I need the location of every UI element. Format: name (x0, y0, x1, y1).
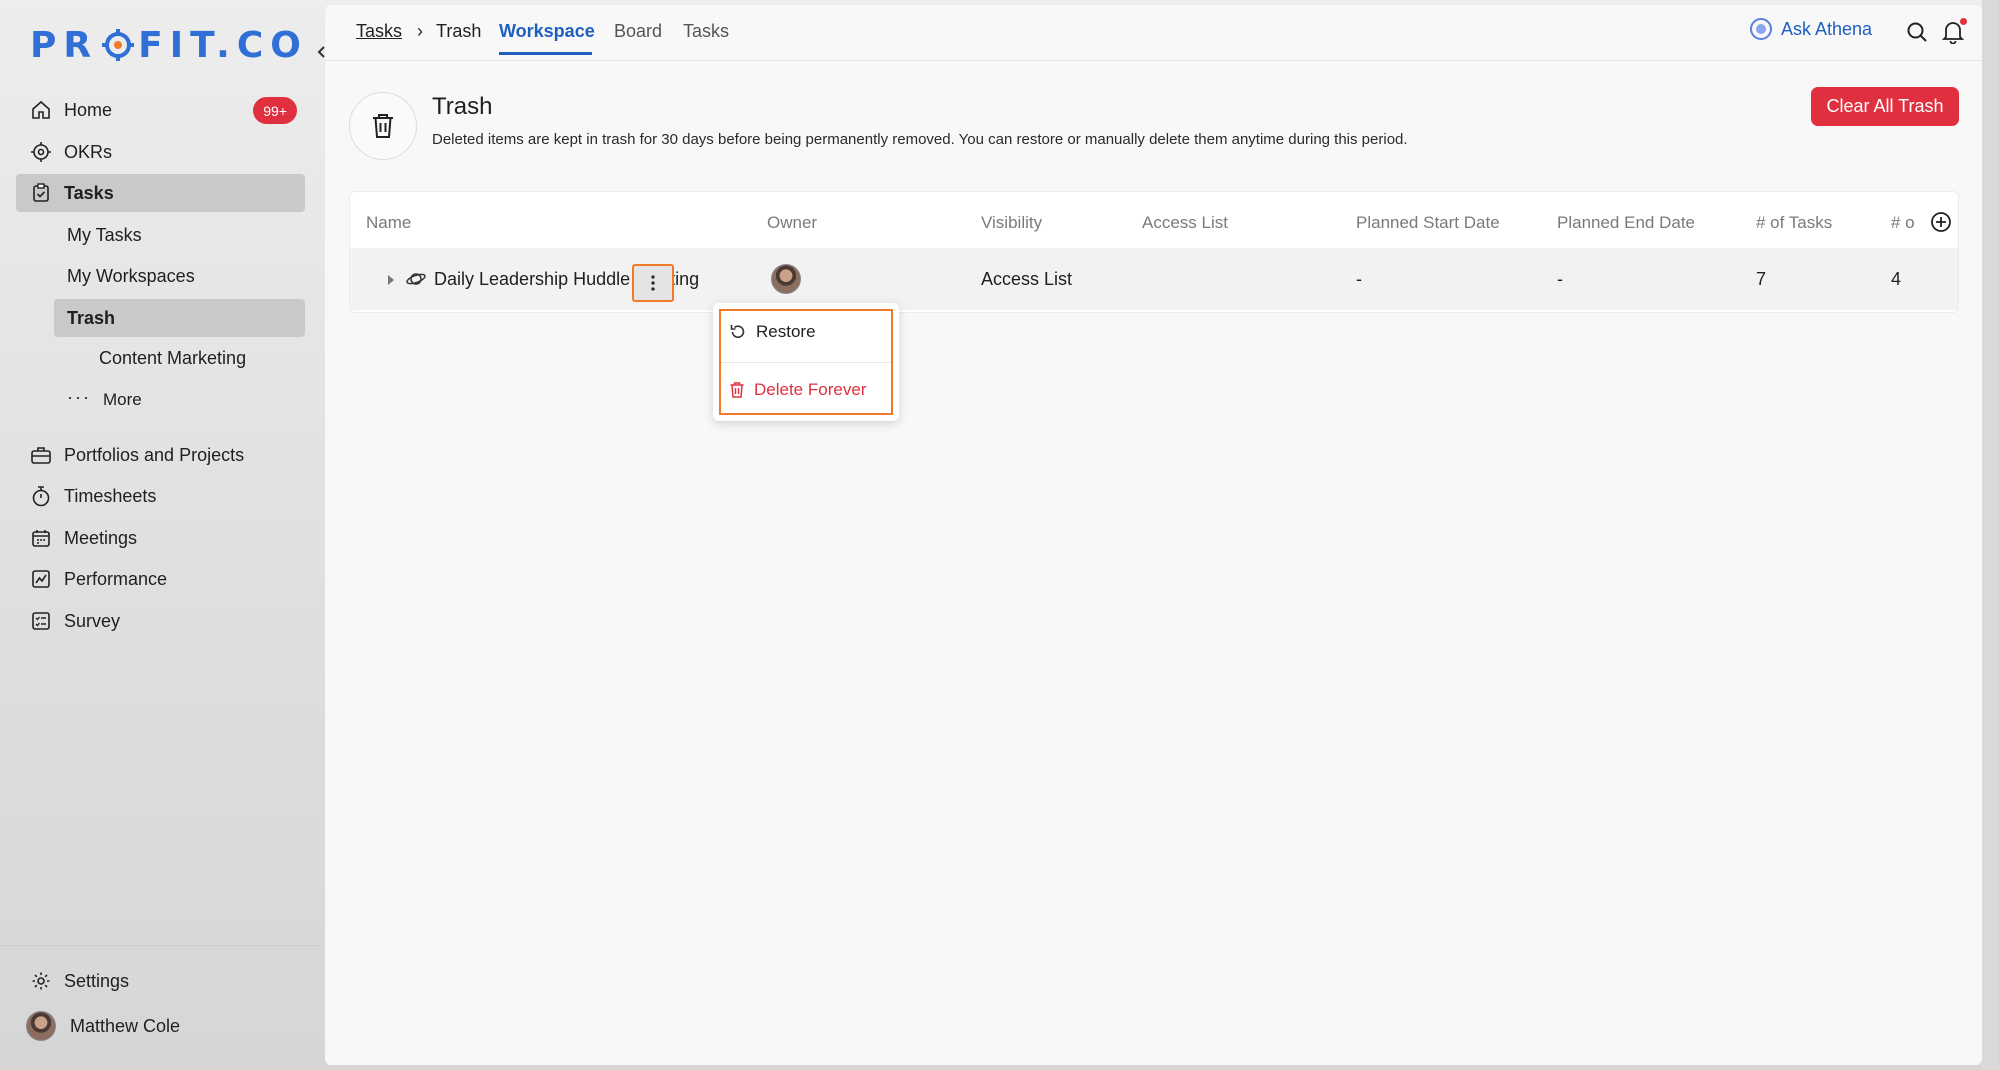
sidebar-subitem-label: My Workspaces (67, 265, 195, 286)
briefcase-icon (28, 442, 54, 468)
expand-caret-icon[interactable] (387, 275, 395, 285)
menu-divider (721, 362, 891, 363)
sidebar-item-timesheets[interactable]: Timesheets (16, 477, 305, 515)
restore-icon (730, 325, 745, 338)
column-header-visibility[interactable]: Visibility (981, 213, 1042, 233)
column-header-planned-end[interactable]: Planned End Date (1557, 213, 1695, 233)
delete-forever-menu-item[interactable]: Delete Forever (729, 375, 866, 405)
sidebar-subitem-my-tasks[interactable]: My Tasks (54, 216, 305, 254)
notification-count-badge: 99+ (253, 97, 297, 124)
window-right-edge (1982, 0, 1999, 1070)
column-header-name[interactable]: Name (366, 213, 411, 233)
tab-tasks[interactable]: Tasks (683, 21, 729, 42)
restore-menu-item[interactable]: Restore (729, 317, 816, 347)
workspace-planet-icon (406, 273, 426, 285)
active-tab-indicator (499, 52, 592, 55)
sidebar-item-label: Portfolios and Projects (64, 444, 245, 465)
sidebar-item-performance[interactable]: Performance (16, 560, 305, 598)
ask-athena-button[interactable]: Ask Athena (1749, 17, 1872, 41)
athena-icon (1750, 18, 1772, 40)
column-header-access-list[interactable]: Access List (1142, 213, 1228, 233)
gear-icon (28, 968, 54, 994)
sidebar-subitem-my-workspaces[interactable]: My Workspaces (54, 257, 305, 295)
sidebar-item-portfolios[interactable]: Portfolios and Projects (16, 436, 305, 474)
avatar (26, 1011, 56, 1041)
column-header-truncated[interactable]: # o (1891, 213, 1921, 233)
sidebar-subitem-label: My Tasks (67, 224, 142, 245)
page-description: Deleted items are kept in trash for 30 d… (432, 131, 1408, 148)
sidebar-item-label: Timesheets (64, 485, 157, 506)
clear-all-trash-button[interactable]: Clear All Trash (1811, 87, 1959, 126)
profit-co-logo[interactable]: PR FIT.CO (30, 24, 308, 66)
sidebar-item-label: OKRs (64, 141, 113, 162)
sidebar-item-tasks[interactable]: Tasks (16, 174, 305, 212)
more-dots-icon: ··· (67, 386, 91, 407)
calendar-icon (28, 525, 54, 551)
row-actions-menu: Restore Delete Forever (713, 303, 899, 421)
sidebar-subitem-label: More (102, 390, 142, 409)
delete-forever-label: Delete Forever (754, 380, 867, 399)
column-header-owner[interactable]: Owner (767, 213, 817, 233)
add-column-icon[interactable] (1930, 211, 1952, 233)
sidebar-subitem-trash[interactable]: Trash (54, 299, 305, 337)
row-planned-start: - (1356, 269, 1362, 289)
tab-board[interactable]: Board (614, 21, 662, 42)
column-header-num-tasks[interactable]: # of Tasks (1756, 213, 1832, 233)
row-planned-end: - (1557, 269, 1563, 289)
breadcrumb-tasks-link[interactable]: Tasks (356, 21, 402, 42)
row-visibility: Access List (981, 269, 1073, 289)
sidebar-item-okrs[interactable]: OKRs (16, 133, 305, 171)
sidebar-item-settings[interactable]: Settings (16, 962, 305, 1000)
chart-line-icon (28, 566, 54, 592)
owner-avatar[interactable] (771, 264, 801, 294)
trash-icon (730, 382, 744, 398)
target-icon (28, 139, 54, 165)
ask-athena-label: Ask Athena (1781, 18, 1873, 39)
home-icon (28, 97, 54, 123)
sidebar-subitem-more[interactable]: ··· More (54, 381, 305, 419)
sidebar-subitem-content-marketing[interactable]: Content Marketing (86, 339, 246, 377)
logo-text-right: FIT.CO (138, 24, 308, 66)
row-other-count: 4 (1891, 269, 1902, 289)
breadcrumb-current: Trash (436, 21, 482, 41)
row-actions-button[interactable] (632, 264, 674, 302)
search-button[interactable] (1903, 18, 1931, 46)
sidebar-item-label: Meetings (64, 527, 138, 548)
notification-dot (1960, 18, 1967, 25)
sidebar-item-label: Settings (64, 970, 130, 991)
stopwatch-icon (28, 483, 54, 509)
logo-text-left: PR (30, 24, 99, 66)
clipboard-check-icon (28, 180, 54, 206)
main-panel: Tasks › Trash Workspace Board Tasks Ask … (325, 5, 1982, 1065)
column-header-planned-start[interactable]: Planned Start Date (1356, 213, 1500, 233)
sidebar-item-label: Performance (64, 568, 168, 589)
breadcrumb-separator: › (417, 21, 423, 41)
search-icon (1907, 22, 1927, 42)
trash-icon (373, 114, 393, 138)
more-vertical-icon (651, 275, 655, 291)
logo-target-icon (102, 29, 135, 61)
sidebar-item-home[interactable]: Home 99+ (16, 91, 305, 129)
user-name: Matthew Cole (70, 1015, 181, 1036)
user-profile[interactable]: Matthew Cole (26, 1007, 315, 1045)
sidebar-item-survey[interactable]: Survey (16, 602, 305, 640)
sidebar-divider (0, 945, 324, 946)
page-title: Trash (432, 93, 493, 120)
sidebar-item-meetings[interactable]: Meetings (16, 519, 305, 557)
row-num-tasks: 7 (1756, 269, 1767, 289)
topbar: Tasks › Trash Workspace Board Tasks Ask … (325, 5, 1982, 61)
trash-table: Name Owner Visibility Access List Planne… (349, 191, 1959, 313)
table-row[interactable]: Daily Leadership Huddle Meeting Access L… (350, 248, 1958, 310)
restore-label: Restore (756, 322, 816, 341)
sidebar: PR FIT.CO Home 99+ OKRs Tasks My Tasks M… (0, 0, 325, 1070)
sidebar-item-label: Tasks (64, 182, 114, 203)
sidebar-item-label: Survey (64, 610, 121, 631)
tab-workspace[interactable]: Workspace (499, 21, 595, 42)
notifications-button[interactable] (1939, 18, 1967, 46)
sidebar-subitem-label: Trash (67, 307, 116, 328)
trash-header-icon-wrap (349, 92, 417, 160)
survey-icon (28, 608, 54, 634)
sidebar-subitem-label: Content Marketing (99, 347, 247, 368)
sidebar-item-label: Home (64, 99, 113, 120)
